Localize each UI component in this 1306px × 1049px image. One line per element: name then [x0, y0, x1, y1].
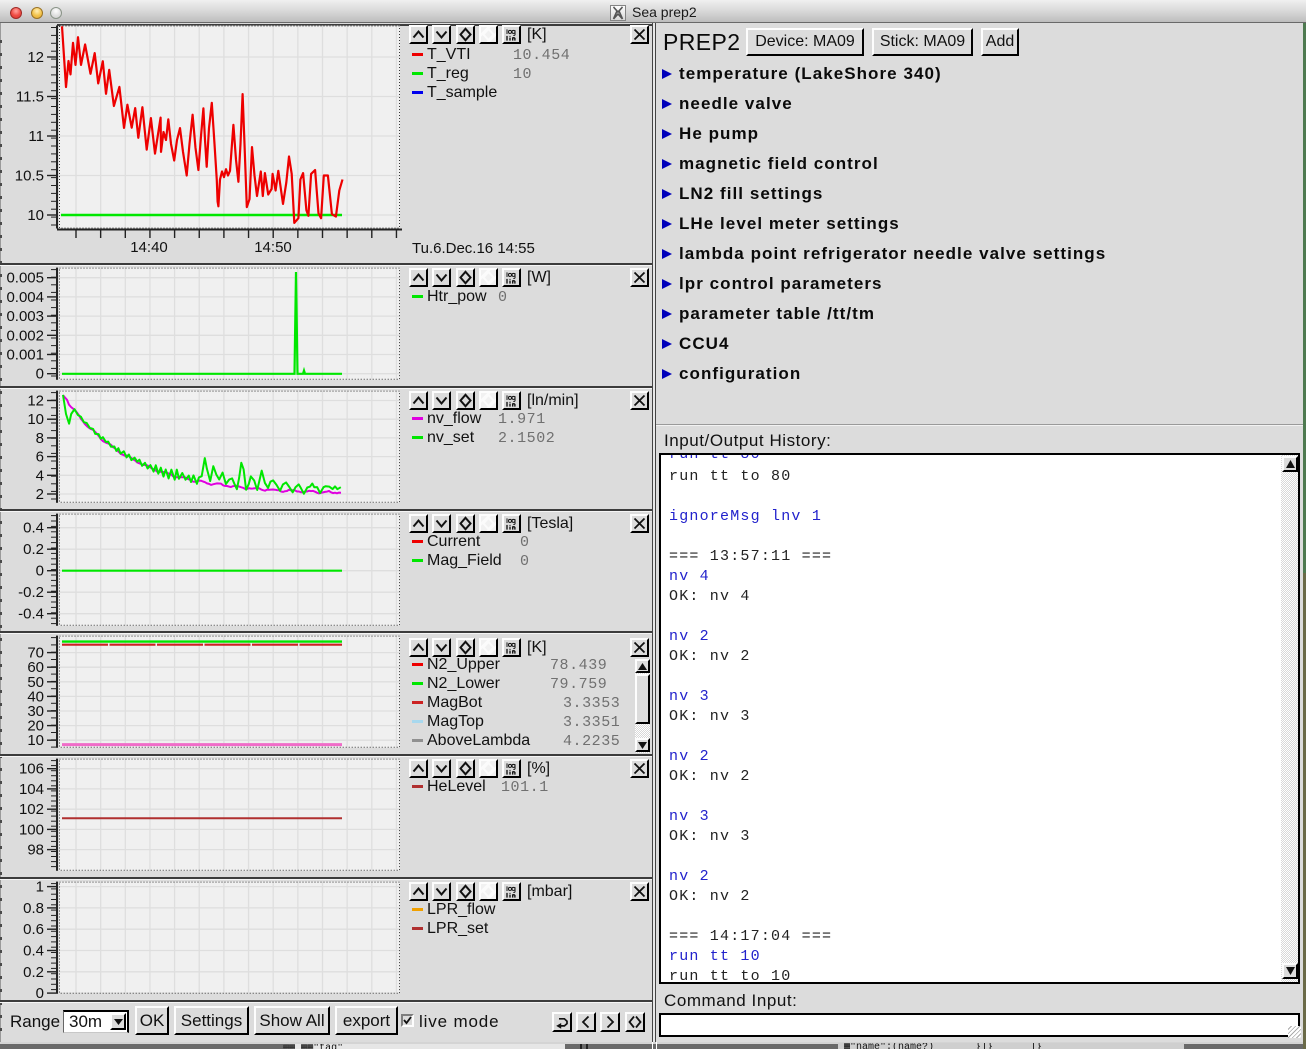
svg-text:0.2: 0.2 [23, 964, 44, 981]
svg-text:102: 102 [19, 801, 44, 818]
svg-text:10.5: 10.5 [15, 168, 44, 185]
svg-text:0.004: 0.004 [6, 289, 44, 306]
svg-text:0.4: 0.4 [23, 943, 44, 960]
svg-text:11.5: 11.5 [16, 89, 44, 106]
svg-text:0.001: 0.001 [6, 347, 44, 364]
svg-text:0: 0 [36, 985, 44, 1000]
svg-text:-0.2: -0.2 [18, 584, 44, 601]
svg-text:10: 10 [27, 411, 44, 428]
svg-text:106: 106 [19, 761, 44, 778]
svg-text:4: 4 [36, 467, 44, 484]
svg-text:0.2: 0.2 [23, 541, 44, 558]
svg-text:10: 10 [27, 732, 44, 749]
svg-text:14:40: 14:40 [130, 239, 168, 256]
svg-text:0: 0 [36, 563, 44, 580]
svg-text:14:50: 14:50 [254, 239, 292, 256]
svg-text:2: 2 [36, 486, 44, 503]
svg-text:12: 12 [27, 393, 44, 410]
svg-text:0.8: 0.8 [23, 900, 44, 917]
svg-text:1: 1 [36, 879, 44, 896]
svg-text:11: 11 [28, 128, 44, 145]
svg-text:104: 104 [19, 781, 44, 798]
svg-text:100: 100 [19, 821, 44, 838]
svg-text:-0.4: -0.4 [18, 606, 44, 623]
svg-text:8: 8 [36, 430, 44, 447]
svg-text:6: 6 [36, 449, 44, 466]
svg-text:0: 0 [36, 366, 44, 383]
svg-text:0.4: 0.4 [23, 520, 44, 537]
svg-text:0.002: 0.002 [6, 327, 44, 344]
svg-text:98: 98 [27, 842, 44, 859]
svg-text:0.005: 0.005 [6, 270, 44, 287]
svg-text:0.003: 0.003 [6, 308, 44, 325]
svg-text:0.6: 0.6 [23, 921, 44, 938]
svg-text:10: 10 [27, 207, 44, 224]
svg-text:12: 12 [27, 49, 44, 66]
